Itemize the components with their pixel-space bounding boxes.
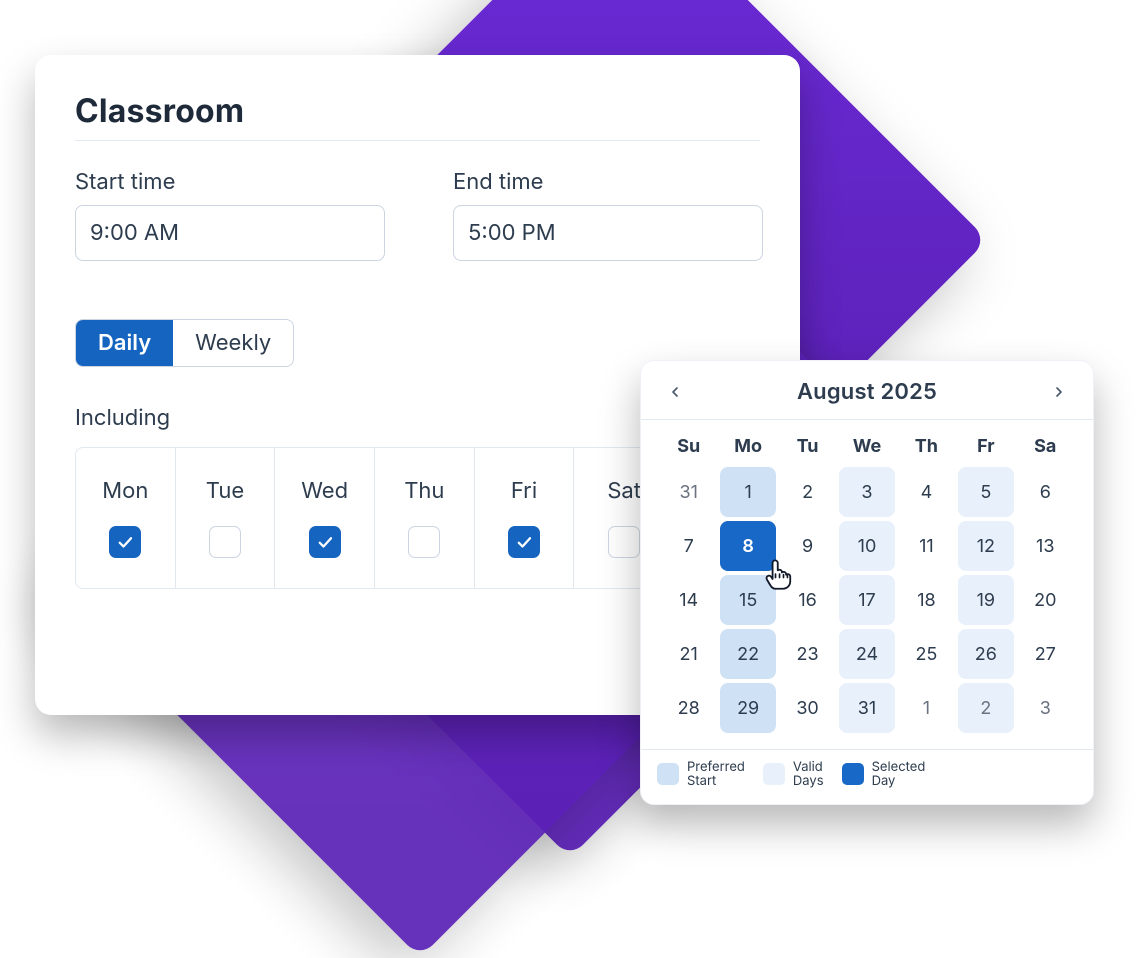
day-checkbox[interactable] bbox=[508, 526, 540, 558]
calendar-day[interactable]: 26 bbox=[958, 629, 1013, 679]
page-title: Classroom bbox=[75, 91, 760, 130]
day-selector: Mon Tue Wed Thu Fri Sat bbox=[75, 447, 675, 589]
legend-preferred: Preferred Start bbox=[657, 760, 745, 788]
calendar-day[interactable]: 7 bbox=[661, 521, 716, 571]
calendar-day[interactable]: 18 bbox=[899, 575, 954, 625]
dow-we: We bbox=[839, 430, 894, 463]
end-time-input[interactable]: 5:00 PM bbox=[453, 205, 763, 261]
day-label: Sat bbox=[607, 478, 641, 504]
dow-mo: Mo bbox=[720, 430, 775, 463]
prev-month-button[interactable] bbox=[661, 378, 689, 406]
seg-weekly[interactable]: Weekly bbox=[173, 320, 293, 366]
calendar-day[interactable]: 24 bbox=[839, 629, 894, 679]
calendar-day[interactable]: 8 bbox=[720, 521, 775, 571]
day-label: Fri bbox=[511, 478, 537, 504]
calendar-grid: SuMoTuWeThFrSa31123456789101112131415161… bbox=[655, 428, 1079, 739]
day-tue[interactable]: Tue bbox=[176, 448, 276, 588]
calendar-day[interactable]: 19 bbox=[958, 575, 1013, 625]
calendar-day[interactable]: 2 bbox=[780, 467, 835, 517]
check-icon bbox=[116, 533, 134, 551]
calendar-title: August 2025 bbox=[797, 379, 937, 405]
day-checkbox[interactable] bbox=[309, 526, 341, 558]
calendar-day[interactable]: 30 bbox=[780, 683, 835, 733]
next-month-button[interactable] bbox=[1045, 378, 1073, 406]
calendar-day[interactable]: 27 bbox=[1018, 629, 1073, 679]
calendar-day[interactable]: 13 bbox=[1018, 521, 1073, 571]
calendar-day[interactable]: 10 bbox=[839, 521, 894, 571]
calendar-day[interactable]: 12 bbox=[958, 521, 1013, 571]
calendar-day[interactable]: 31 bbox=[839, 683, 894, 733]
day-wed[interactable]: Wed bbox=[275, 448, 375, 588]
day-label: Wed bbox=[301, 478, 348, 504]
calendar-popup: August 2025 SuMoTuWeThFrSa31123456789101… bbox=[640, 360, 1094, 805]
calendar-day[interactable]: 23 bbox=[780, 629, 835, 679]
calendar-day[interactable]: 1 bbox=[720, 467, 775, 517]
calendar-day[interactable]: 15 bbox=[720, 575, 775, 625]
day-checkbox[interactable] bbox=[608, 526, 640, 558]
calendar-day[interactable]: 3 bbox=[1018, 683, 1073, 733]
divider bbox=[641, 419, 1093, 420]
calendar-day[interactable]: 16 bbox=[780, 575, 835, 625]
day-checkbox[interactable] bbox=[109, 526, 141, 558]
calendar-day[interactable]: 1 bbox=[899, 683, 954, 733]
check-icon bbox=[316, 533, 334, 551]
calendar-day[interactable]: 3 bbox=[839, 467, 894, 517]
calendar-day[interactable]: 29 bbox=[720, 683, 775, 733]
end-time-label: End time bbox=[453, 169, 763, 195]
calendar-day[interactable]: 4 bbox=[899, 467, 954, 517]
day-checkbox[interactable] bbox=[408, 526, 440, 558]
legend-valid: Valid Days bbox=[763, 760, 824, 788]
day-thu[interactable]: Thu bbox=[375, 448, 475, 588]
start-time-label: Start time bbox=[75, 169, 385, 195]
chevron-right-icon bbox=[1051, 384, 1067, 400]
calendar-day[interactable]: 9 bbox=[780, 521, 835, 571]
start-time-value: 9:00 AM bbox=[90, 220, 179, 246]
calendar-day[interactable]: 5 bbox=[958, 467, 1013, 517]
calendar-day[interactable]: 6 bbox=[1018, 467, 1073, 517]
calendar-day[interactable]: 20 bbox=[1018, 575, 1073, 625]
dow-fr: Fr bbox=[958, 430, 1013, 463]
calendar-day[interactable]: 2 bbox=[958, 683, 1013, 733]
day-label: Thu bbox=[404, 478, 444, 504]
calendar-day[interactable]: 28 bbox=[661, 683, 716, 733]
calendar-day[interactable]: 22 bbox=[720, 629, 775, 679]
calendar-legend: Preferred Start Valid Days Selected Day bbox=[641, 749, 1093, 792]
dow-th: Th bbox=[899, 430, 954, 463]
day-checkbox[interactable] bbox=[209, 526, 241, 558]
dow-sa: Sa bbox=[1018, 430, 1073, 463]
end-time-value: 5:00 PM bbox=[468, 220, 556, 246]
freq-segmented: Daily Weekly bbox=[75, 319, 294, 367]
divider bbox=[75, 140, 760, 141]
seg-daily[interactable]: Daily bbox=[76, 320, 173, 366]
calendar-day[interactable]: 25 bbox=[899, 629, 954, 679]
dow-tu: Tu bbox=[780, 430, 835, 463]
chevron-left-icon bbox=[667, 384, 683, 400]
day-label: Tue bbox=[206, 478, 244, 504]
calendar-day[interactable]: 14 bbox=[661, 575, 716, 625]
day-mon[interactable]: Mon bbox=[76, 448, 176, 588]
check-icon bbox=[515, 533, 533, 551]
calendar-day[interactable]: 11 bbox=[899, 521, 954, 571]
calendar-day[interactable]: 21 bbox=[661, 629, 716, 679]
calendar-day[interactable]: 31 bbox=[661, 467, 716, 517]
calendar-day[interactable]: 17 bbox=[839, 575, 894, 625]
day-fri[interactable]: Fri bbox=[475, 448, 575, 588]
legend-selected: Selected Day bbox=[842, 760, 926, 788]
day-label: Mon bbox=[102, 478, 148, 504]
start-time-input[interactable]: 9:00 AM bbox=[75, 205, 385, 261]
dow-su: Su bbox=[661, 430, 716, 463]
